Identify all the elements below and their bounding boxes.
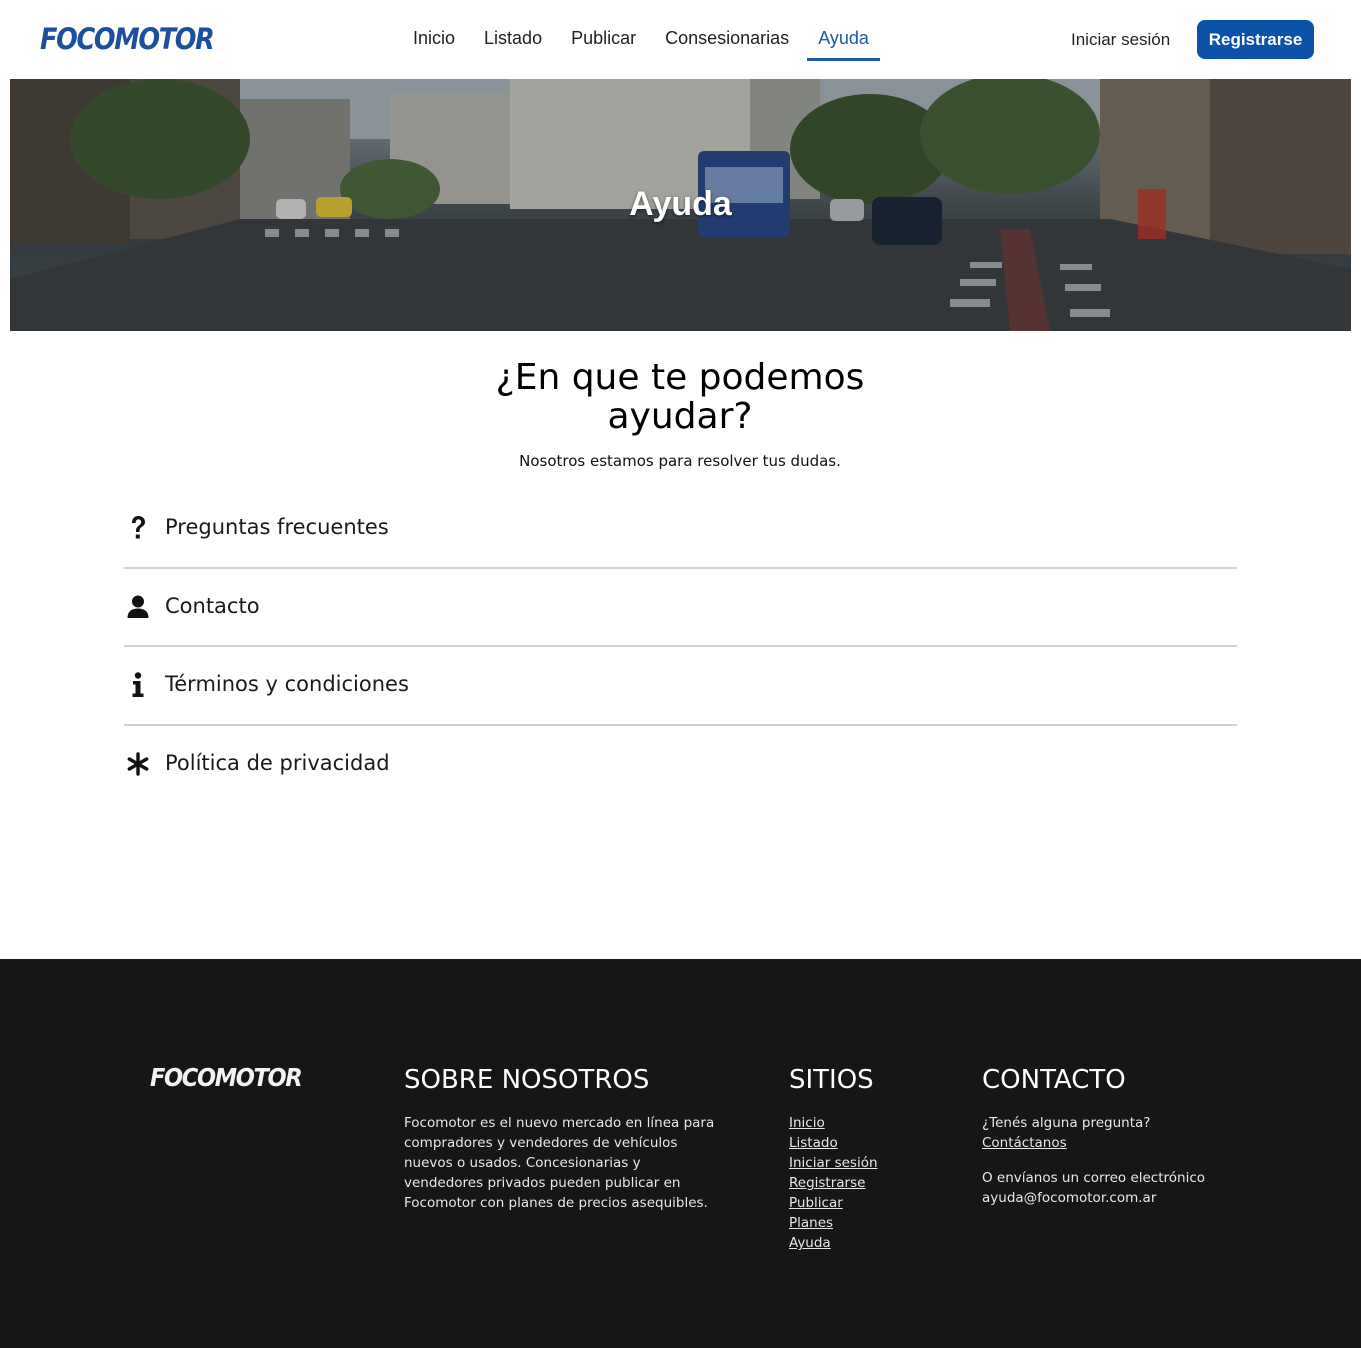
help-item-label: Términos y condiciones bbox=[165, 672, 409, 696]
nav-listado[interactable]: Listado bbox=[473, 28, 553, 61]
help-item-contact[interactable]: Contacto bbox=[124, 569, 1237, 647]
help-item-privacy[interactable]: Política de privacidad bbox=[124, 726, 1237, 805]
hero-title: Ayuda bbox=[629, 185, 732, 223]
footer-sites-links: Inicio Listado Iniciar sesión Registrars… bbox=[789, 1113, 878, 1253]
help-item-faq[interactable]: Preguntas frecuentes bbox=[124, 490, 1237, 569]
login-link[interactable]: Iniciar sesión bbox=[1071, 30, 1170, 50]
help-item-terms[interactable]: Términos y condiciones bbox=[124, 647, 1237, 726]
question-icon bbox=[126, 515, 150, 541]
hero-banner: Ayuda bbox=[10, 79, 1351, 331]
footer-link-listado[interactable]: Listado bbox=[789, 1133, 878, 1153]
help-item-label: Contacto bbox=[165, 593, 260, 618]
footer-link-planes[interactable]: Planes bbox=[789, 1213, 878, 1233]
user-icon bbox=[126, 594, 150, 620]
footer-link-inicio[interactable]: Inicio bbox=[789, 1113, 878, 1133]
footer-about-title: SOBRE NOSOTROS bbox=[404, 1065, 650, 1095]
footer-link-registrarse[interactable]: Registrarse bbox=[789, 1173, 878, 1193]
footer-link-ayuda[interactable]: Ayuda bbox=[789, 1233, 878, 1253]
footer-contact-title: CONTACTO bbox=[982, 1065, 1126, 1095]
footer-contact-question: ¿Tenés alguna pregunta? bbox=[982, 1115, 1151, 1131]
site-header: FOCOMOTOR Inicio Listado Publicar Conses… bbox=[0, 0, 1361, 79]
help-item-label: Preguntas frecuentes bbox=[165, 515, 389, 539]
main-nav: Inicio Listado Publicar Consesionarias A… bbox=[402, 28, 887, 61]
nav-consesionarias[interactable]: Consesionarias bbox=[654, 28, 800, 61]
info-icon bbox=[126, 672, 150, 698]
site-footer: FOCOMOTOR SOBRE NOSOTROS Focomotor es el… bbox=[0, 959, 1361, 1348]
footer-logo[interactable]: FOCOMOTOR bbox=[150, 1063, 303, 1092]
register-button[interactable]: Registrarse bbox=[1197, 20, 1314, 59]
nav-inicio[interactable]: Inicio bbox=[402, 28, 466, 61]
focomotor-logo[interactable]: FOCOMOTOR bbox=[40, 22, 215, 56]
footer-link-publicar[interactable]: Publicar bbox=[789, 1193, 878, 1213]
footer-sites-title: SITIOS bbox=[789, 1065, 874, 1095]
page-subtitle: Nosotros estamos para resolver tus dudas… bbox=[519, 452, 841, 470]
nav-publicar[interactable]: Publicar bbox=[560, 28, 647, 61]
footer-email-text: O envíanos un correo electrónico bbox=[982, 1170, 1206, 1186]
help-options-list: Preguntas frecuentes Contacto Términos y… bbox=[124, 490, 1237, 804]
asterisk-icon bbox=[126, 751, 150, 777]
help-item-label: Política de privacidad bbox=[165, 750, 390, 775]
footer-contact-link[interactable]: Contáctanos bbox=[982, 1133, 1067, 1153]
footer-contact-links: Contáctanos bbox=[982, 1133, 1067, 1153]
footer-link-iniciar-sesion[interactable]: Iniciar sesión bbox=[789, 1153, 878, 1173]
footer-email[interactable]: ayuda@focomotor.com.ar bbox=[982, 1188, 1156, 1208]
page-title: ¿En que te podemos ayudar? bbox=[495, 357, 865, 437]
nav-ayuda[interactable]: Ayuda bbox=[807, 28, 880, 61]
footer-about-text: Focomotor es el nuevo mercado en línea p… bbox=[404, 1115, 715, 1211]
